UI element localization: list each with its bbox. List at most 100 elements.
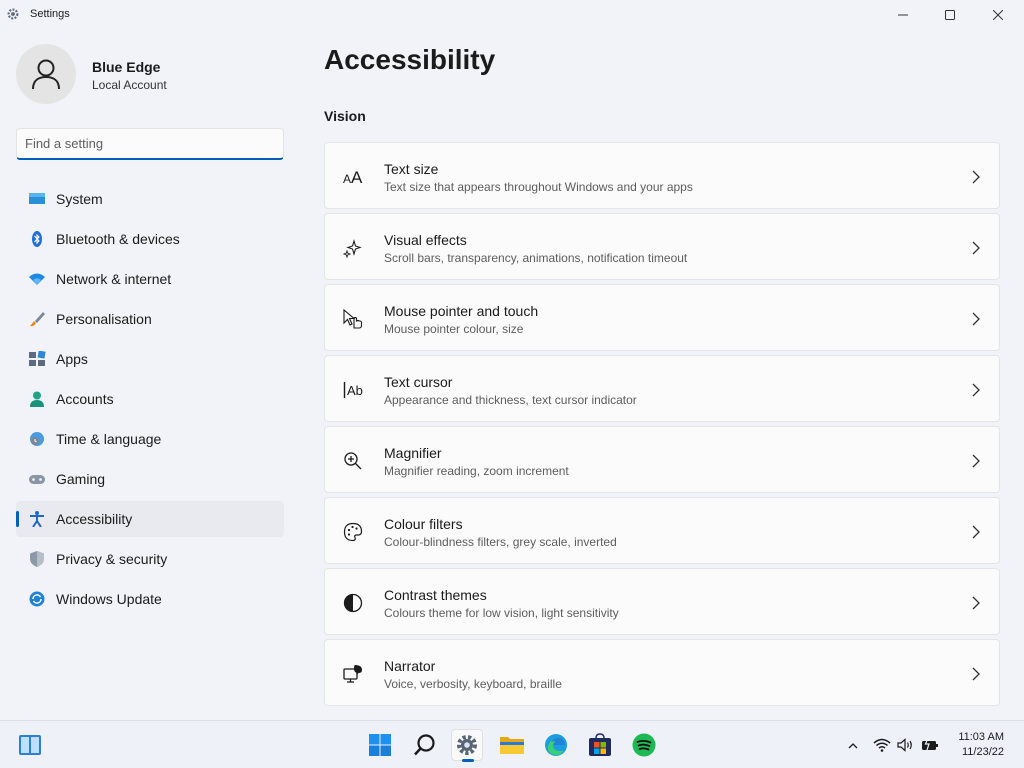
magnifier-icon [344, 452, 362, 470]
taskbar: 11:03 AM 11/23/22 [0, 720, 1024, 768]
sidebar-item-label: Time & language [56, 431, 162, 447]
sidebar-item-bluetooth[interactable]: Bluetooth & devices [16, 221, 284, 257]
svg-text:A: A [343, 172, 351, 186]
person-icon [30, 391, 44, 407]
settings-gear-icon [7, 8, 19, 20]
sidebar-item-accessibility[interactable]: Accessibility [16, 501, 284, 537]
card-magnifier[interactable]: Magnifier Magnifier reading, zoom increm… [324, 426, 1000, 493]
accessibility-icon [30, 511, 44, 527]
sidebar-item-time-language[interactable]: Time & language [16, 421, 284, 457]
minimize-button[interactable] [880, 0, 926, 30]
gamepad-icon [29, 475, 45, 484]
chevron-right-icon [972, 241, 980, 255]
globe-clock-icon [30, 432, 44, 446]
chevron-right-icon [972, 525, 980, 539]
close-icon [993, 10, 1003, 20]
monitor-icon [29, 193, 45, 204]
palette-icon [343, 522, 363, 542]
bluetooth-icon [32, 231, 42, 247]
taskbar-search-button[interactable] [409, 729, 441, 761]
widgets-icon [19, 735, 41, 755]
chevron-right-icon [972, 312, 980, 326]
maximize-button[interactable] [927, 0, 973, 30]
chevron-right-icon [972, 667, 980, 681]
card-colour-filters[interactable]: Colour filters Colour-blindness filters,… [324, 497, 1000, 564]
volume-tray-button[interactable] [896, 735, 916, 755]
chevron-right-icon [972, 596, 980, 610]
battery-tray-button[interactable] [920, 735, 940, 755]
update-icon [29, 591, 45, 607]
card-title: Mouse pointer and touch [384, 303, 539, 319]
user-icon [32, 59, 60, 90]
settings-window: Settings Blue Edge Local Account System [0, 0, 1024, 720]
sidebar-item-label: Privacy & security [56, 551, 168, 567]
widgets-button[interactable] [14, 729, 46, 761]
card-visual-effects[interactable]: Visual effects Scroll bars, transparency… [324, 213, 1000, 280]
sidebar-item-label: Accounts [56, 391, 114, 407]
volume-icon [897, 738, 912, 752]
chevron-right-icon [972, 170, 980, 184]
edge-button[interactable] [540, 729, 572, 761]
text-cursor-icon: Ab [343, 382, 363, 398]
card-subtitle: Mouse pointer colour, size [384, 322, 524, 336]
file-explorer-button[interactable] [496, 729, 528, 761]
card-mouse-pointer-touch[interactable]: Mouse pointer and touch Mouse pointer co… [324, 284, 1000, 351]
network-tray-button[interactable] [872, 735, 892, 755]
narrator-icon [343, 665, 362, 683]
sidebar-item-privacy[interactable]: Privacy & security [16, 541, 284, 577]
show-hidden-icons-button[interactable] [843, 735, 863, 755]
section-title-vision: Vision [324, 108, 366, 124]
search-input[interactable] [16, 128, 284, 160]
card-title: Narrator [384, 658, 436, 674]
battery-icon [922, 738, 938, 751]
sidebar-item-personalisation[interactable]: Personalisation [16, 301, 284, 337]
card-subtitle: Appearance and thickness, text cursor in… [384, 393, 637, 407]
settings-card-list: A A Text size Text size that appears thr… [324, 142, 1000, 710]
search-icon [414, 734, 435, 756]
spotify-button[interactable] [628, 729, 660, 761]
sidebar-item-gaming[interactable]: Gaming [16, 461, 284, 497]
svg-text:A: A [351, 168, 363, 187]
shield-icon [30, 551, 44, 567]
text-size-icon: A A [343, 168, 363, 187]
sidebar-item-apps[interactable]: Apps [16, 341, 284, 377]
sidebar-item-label: Gaming [56, 471, 106, 487]
sidebar-item-label: Personalisation [56, 311, 152, 327]
card-subtitle: Scroll bars, transparency, animations, n… [384, 251, 688, 265]
card-text-cursor[interactable]: Ab Text cursor Appearance and thickness,… [324, 355, 1000, 422]
card-title: Contrast themes [384, 587, 487, 603]
page-title: Accessibility [324, 44, 496, 75]
card-subtitle: Colours theme for low vision, light sens… [384, 606, 619, 620]
chevron-right-icon [972, 383, 980, 397]
chevron-right-icon [972, 454, 980, 468]
card-narrator[interactable]: Narrator Voice, verbosity, keyboard, bra… [324, 639, 1000, 706]
sidebar-item-network[interactable]: Network & internet [16, 261, 284, 297]
edge-icon [545, 734, 567, 756]
sidebar-item-system[interactable]: System [16, 181, 284, 217]
store-icon [589, 733, 611, 756]
close-button[interactable] [975, 0, 1021, 30]
card-title: Visual effects [384, 232, 467, 248]
sidebar-item-label: Apps [56, 351, 88, 367]
profile-account-type: Local Account [92, 78, 167, 92]
card-text-size[interactable]: A A Text size Text size that appears thr… [324, 142, 1000, 209]
window-title: Settings [30, 8, 70, 20]
clock[interactable]: 11:03 AM 11/23/22 [958, 730, 1004, 760]
sidebar-item-label: Network & internet [56, 271, 172, 287]
sidebar-item-windows-update[interactable]: Windows Update [16, 581, 284, 617]
card-subtitle: Colour-blindness filters, grey scale, in… [384, 535, 617, 549]
card-subtitle: Magnifier reading, zoom increment [384, 464, 569, 478]
card-contrast-themes[interactable]: Contrast themes Colours theme for low vi… [324, 568, 1000, 635]
sidebar-item-label: Windows Update [56, 591, 162, 607]
title-bar: Settings [0, 0, 1024, 30]
clock-date: 11/23/22 [961, 746, 1004, 758]
card-title: Text cursor [384, 374, 453, 390]
svg-text:Ab: Ab [347, 383, 363, 398]
pointer-touch-icon [343, 309, 363, 329]
taskbar-settings-button[interactable] [451, 729, 483, 762]
profile-name: Blue Edge [92, 59, 161, 75]
avatar[interactable] [16, 44, 76, 104]
start-button[interactable] [364, 729, 396, 761]
sidebar-item-accounts[interactable]: Accounts [16, 381, 284, 417]
store-button[interactable] [584, 729, 616, 761]
